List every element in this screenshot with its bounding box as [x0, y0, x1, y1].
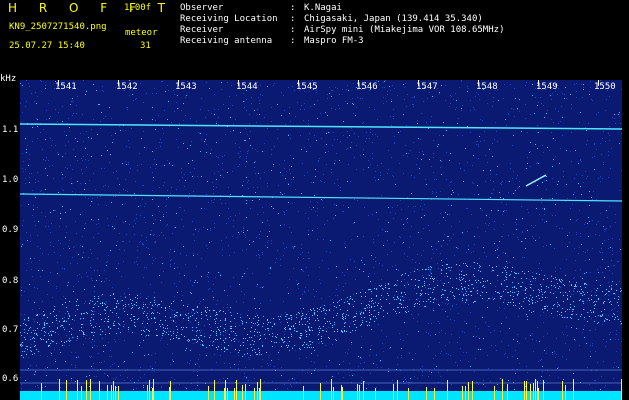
meteor-streak [525, 174, 547, 187]
meta-key: Receiver [180, 25, 224, 35]
version-label: 1.00f [124, 3, 152, 13]
x-tick-label: 1543 [175, 82, 197, 92]
x-tick-label: 1544 [236, 82, 258, 92]
meta-key: Observer [180, 3, 224, 13]
x-tick-label: 1547 [416, 82, 438, 92]
meta-key: Receiving Location [180, 14, 278, 24]
meteor-label: meteor [125, 28, 158, 38]
x-tick-marks [58, 80, 599, 86]
meta-location: Receiving Location: Chigasaki, Japan (139… [180, 14, 483, 24]
meta-antenna: Receiving antenna: Maspro FM-3 [180, 36, 364, 46]
spectrogram [20, 80, 622, 400]
meteor-count: 31 [140, 41, 151, 51]
meta-observer: Observer: K.Nagai [180, 3, 342, 13]
meta-receiver: Receiver: AirSpy mini (Miakejima VOR 108.… [180, 25, 505, 35]
meta-value: Maspro FM-3 [304, 36, 364, 46]
x-tick-label: 1550 [594, 82, 616, 92]
y-tick-label: 1.0 [2, 175, 19, 185]
meta-key: Receiving antenna [180, 36, 273, 46]
meta-value: K.Nagai [304, 3, 342, 13]
spectrogram-canvas [20, 80, 622, 400]
x-tick-label: 1546 [356, 82, 378, 92]
x-tick-label: 1542 [116, 82, 138, 92]
noise-band [20, 262, 622, 358]
y-tick-label: 1.1 [2, 125, 19, 135]
x-tick-label: 1548 [476, 82, 498, 92]
x-tick-label: 1545 [296, 82, 318, 92]
metadata-block: Observer: K.Nagai Receiving Location: Chig… [180, 3, 504, 47]
y-tick-label: 0.6 [2, 374, 19, 384]
filename-label: KN9_2507271540.png [9, 22, 107, 32]
meta-value: Chigasaki, Japan (139.414 35.340) [304, 14, 483, 24]
x-tick-label: 1549 [536, 82, 558, 92]
y-tick-label: 0.7 [2, 325, 19, 335]
carrier-line [20, 123, 622, 130]
x-tick-label: 1541 [55, 82, 77, 92]
meta-value: AirSpy mini (Miakejima VOR 108.65MHz) [304, 25, 505, 35]
y-tick-label: 0.9 [2, 225, 19, 235]
y-axis-unit: kHz [0, 74, 17, 84]
datetime-label: 25.07.27 15:40 [9, 41, 85, 51]
y-tick-label: 0.8 [2, 276, 19, 286]
